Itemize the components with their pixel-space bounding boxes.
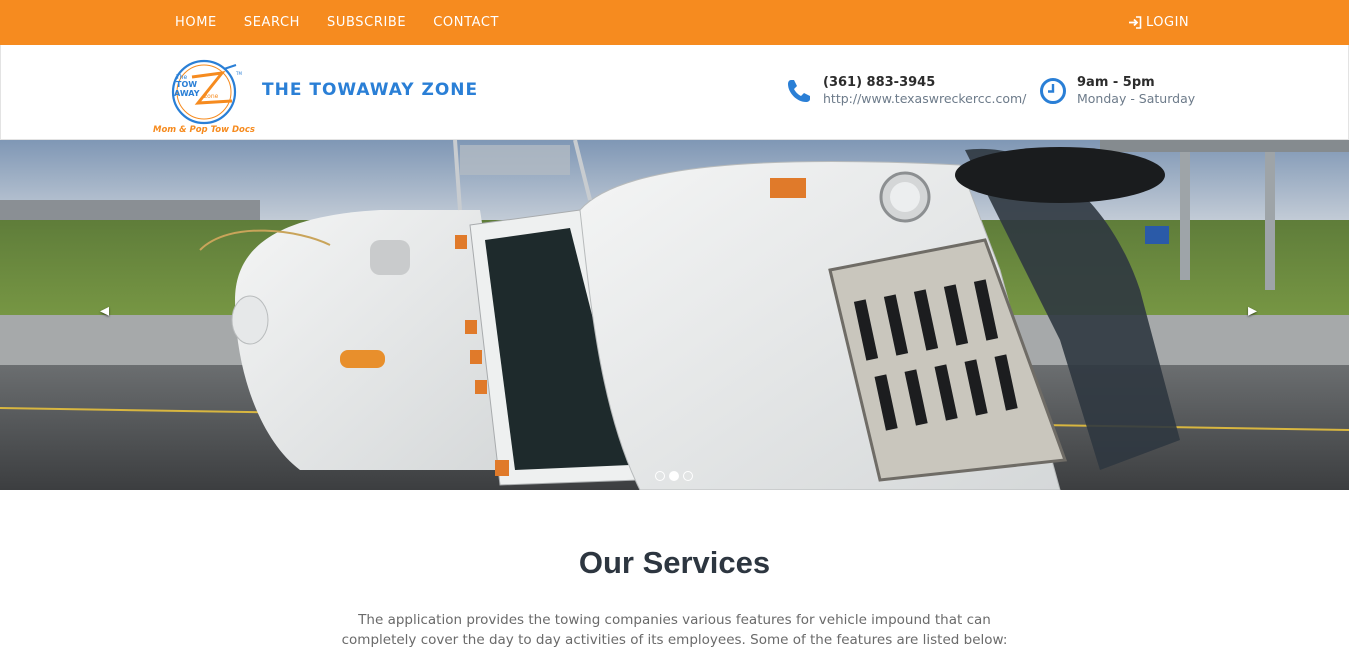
sign-in-icon [1129,16,1142,29]
hours-text: 9am - 5pm Monday - Saturday [1077,75,1195,106]
top-nav-bar: HOME SEARCH SUBSCRIBE CONTACT LOGIN [0,0,1349,45]
logo-line2: TOW [176,80,197,89]
services-heading: Our Services [578,545,771,580]
brand-name: THE TOWAWAY ZONE [262,80,479,100]
chevron-right-icon: ▸ [1248,300,1258,320]
logo-line4: zone [204,93,219,100]
opening-hours: 9am - 5pm Monday - Saturday [1039,75,1195,106]
nav-search-link[interactable]: SEARCH [244,15,300,30]
logo-line3: AWAY [174,89,200,98]
logo-trademark: TM [235,71,242,76]
site-header: The TOW AWAY zone TM Mom & Pop Tow Docs … [0,45,1349,140]
carousel-dot-3[interactable] [683,471,693,481]
phone-text: (361) 883-3945 http://www.texaswreckercc… [823,75,1026,106]
nav-contact-link[interactable]: CONTACT [433,15,499,30]
overturned-truck-image [0,140,1349,490]
nav-subscribe-link[interactable]: SUBSCRIBE [327,15,406,30]
login-label: LOGIN [1146,15,1190,30]
phone-contact: (361) 883-3945 http://www.texaswreckercc… [785,75,1026,106]
nav-home-link[interactable]: HOME [175,15,217,30]
carousel-dot-2[interactable] [669,471,679,481]
website-link[interactable]: http://www.texaswreckercc.com/ [823,91,1026,106]
logo-tagline: Mom & Pop Tow Docs [153,125,255,135]
carousel-dot-1[interactable] [655,471,665,481]
carousel-indicators [655,471,697,481]
main-menu: HOME SEARCH SUBSCRIBE CONTACT [175,0,526,45]
phone-icon [788,80,810,102]
clock-icon [1040,78,1066,104]
chevron-left-icon: ◂ [100,300,110,320]
towaway-zone-logo[interactable]: The TOW AWAY zone TM Mom & Pop Tow Docs [152,55,264,135]
carousel-next-button[interactable]: ▸ [1248,300,1257,321]
carousel-prev-button[interactable]: ◂ [100,300,109,321]
services-description: The application provides the towing comp… [341,612,1008,648]
hero-carousel[interactable]: ◂ ▸ [0,140,1349,490]
login-button[interactable]: LOGIN [1128,0,1189,45]
hours-time: 9am - 5pm [1077,75,1155,90]
hours-days: Monday - Saturday [1077,91,1196,106]
phone-number[interactable]: (361) 883-3945 [823,75,1026,90]
